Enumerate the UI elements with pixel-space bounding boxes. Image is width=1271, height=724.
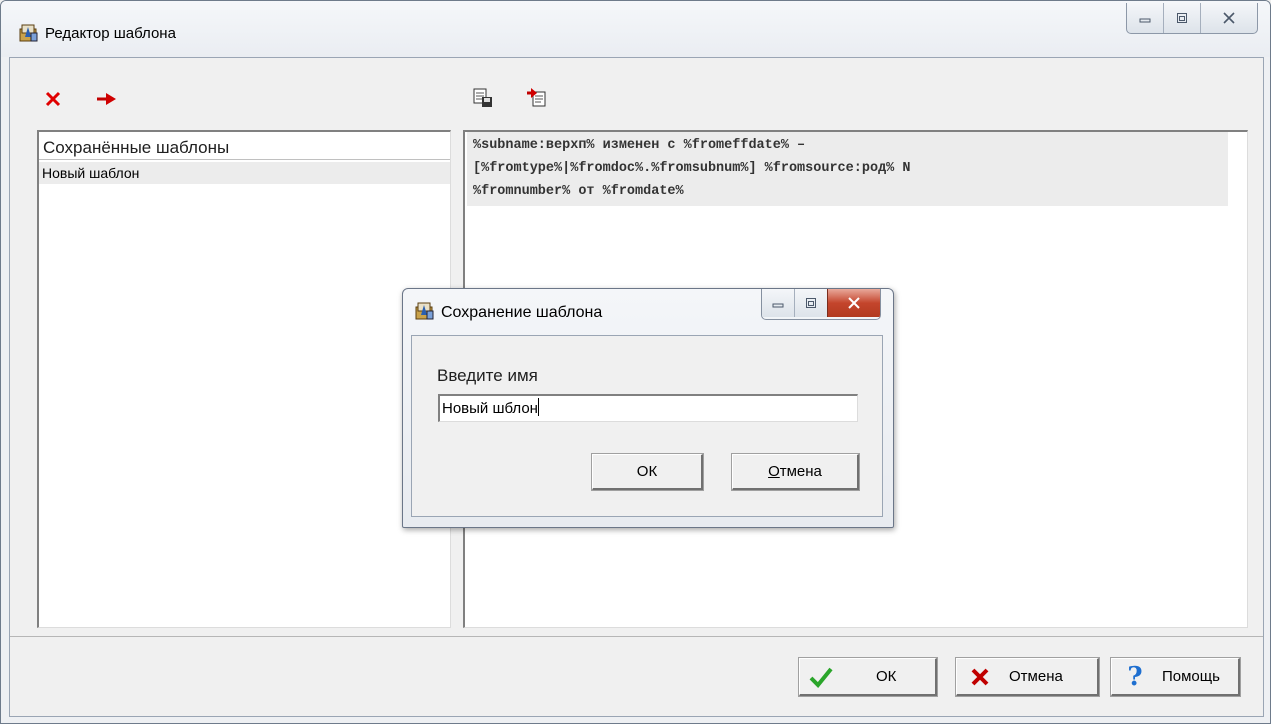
name-label: Введите имя xyxy=(437,366,538,385)
close-icon[interactable] xyxy=(1200,3,1257,33)
name-input[interactable]: Новый шблон xyxy=(438,394,858,422)
app-icon xyxy=(19,23,39,43)
cancel-button[interactable]: Отмена xyxy=(955,657,1100,697)
title-bar[interactable]: Редактор шаблона xyxy=(1,1,1270,57)
delete-icon[interactable] xyxy=(42,88,64,110)
dialog-cancel-label: Отмена xyxy=(768,463,822,480)
list-header: Сохранённые шаблоны xyxy=(39,132,450,160)
template-text[interactable]: %subname:верхп% изменен с %fromeffdate% … xyxy=(467,132,1228,206)
help-button-label: Помощь xyxy=(1162,668,1220,685)
help-icon: ? xyxy=(1127,661,1143,692)
window-controls xyxy=(1126,3,1258,34)
restore-icon[interactable] xyxy=(794,289,827,317)
minimize-icon[interactable] xyxy=(762,289,794,317)
saved-templates-list[interactable]: Сохранённые шаблоны Новый шаблон xyxy=(37,130,451,628)
name-input-value: Новый шблон xyxy=(442,400,538,417)
dialog-ok-button[interactable]: ОК xyxy=(591,453,704,491)
dialog-ok-label: ОК xyxy=(636,463,658,480)
divider xyxy=(10,636,1263,637)
dialog-client: Введите имя Новый шблон ОК Отмена xyxy=(411,335,883,517)
cancel-button-label: Отмена xyxy=(1009,668,1063,685)
minimize-icon[interactable] xyxy=(1127,3,1163,33)
dialog-cancel-button[interactable]: Отмена xyxy=(731,453,860,491)
restore-icon[interactable] xyxy=(1163,3,1200,33)
dialog-window-controls xyxy=(761,289,881,320)
ok-button[interactable]: ОК xyxy=(798,657,938,697)
cancel-x-icon xyxy=(967,664,993,690)
help-button[interactable]: ? Помощь xyxy=(1110,657,1241,697)
list-item[interactable]: Новый шаблон xyxy=(39,162,450,184)
text-caret xyxy=(537,398,539,416)
dialog-title: Сохранение шаблона xyxy=(441,304,603,321)
app-icon xyxy=(415,301,435,321)
load-template-icon[interactable] xyxy=(526,87,548,109)
arrow-right-icon[interactable] xyxy=(96,88,118,110)
window-title: Редактор шаблона xyxy=(45,25,176,42)
save-template-dialog: Сохранение шаблона Введите имя Новый шбл… xyxy=(402,288,894,528)
checkmark-icon xyxy=(808,664,834,690)
dialog-cancel-rest: тмена xyxy=(779,463,822,480)
ok-button-label: ОК xyxy=(876,668,897,685)
save-template-icon[interactable] xyxy=(472,87,494,109)
close-icon[interactable] xyxy=(827,289,880,317)
dialog-cancel-mnemonic: О xyxy=(768,463,780,480)
